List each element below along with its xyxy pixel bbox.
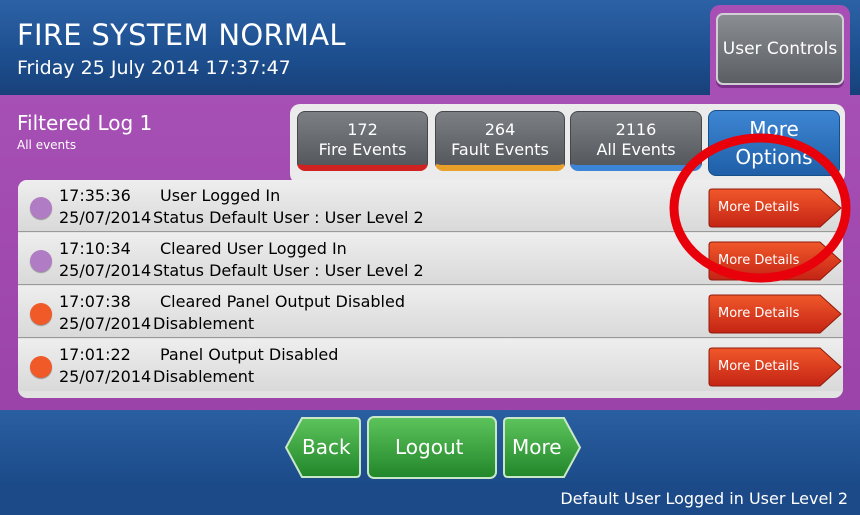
back-button[interactable]: Back bbox=[284, 416, 362, 479]
event-row: 17:07:38 Cleared Panel Output Disabled 2… bbox=[18, 286, 843, 338]
event-time: 17:01:22 bbox=[59, 345, 131, 364]
event-category: Status Default User : User Level 2 bbox=[153, 208, 424, 227]
logout-button[interactable]: Logout bbox=[367, 416, 497, 479]
more-details-button[interactable]: More Details bbox=[708, 294, 843, 334]
event-description: Cleared User Logged In bbox=[160, 239, 347, 258]
fault-events-count: 264 bbox=[484, 120, 516, 139]
event-status-dot bbox=[30, 250, 52, 272]
system-status-title: FIRE SYSTEM NORMAL bbox=[17, 18, 346, 52]
fire-events-label: Fire Events bbox=[318, 140, 407, 159]
fault-events-label: Fault Events bbox=[451, 140, 549, 159]
event-status-dot bbox=[30, 197, 52, 219]
event-time: 17:35:36 bbox=[59, 186, 131, 205]
event-category: Disablement bbox=[153, 314, 255, 333]
event-date: 25/07/2014 bbox=[59, 208, 152, 227]
event-date: 25/07/2014 bbox=[59, 314, 152, 333]
fire-events-filter-button[interactable]: 172 Fire Events bbox=[297, 111, 428, 171]
logged-in-user-status: Default User Logged in User Level 2 bbox=[560, 489, 848, 508]
more-details-button[interactable]: More Details bbox=[708, 347, 843, 387]
event-description: User Logged In bbox=[160, 186, 281, 205]
event-status-dot bbox=[30, 356, 52, 378]
log-subtitle: All events bbox=[17, 138, 77, 152]
more-details-label: More Details bbox=[718, 359, 800, 374]
more-details-label: More Details bbox=[718, 306, 800, 321]
event-time: 17:07:38 bbox=[59, 292, 131, 311]
event-category: Status Default User : User Level 2 bbox=[153, 261, 424, 280]
event-row: 17:01:22 Panel Output Disabled 25/07/201… bbox=[18, 339, 843, 391]
more-button[interactable]: More bbox=[502, 416, 582, 479]
event-date: 25/07/2014 bbox=[59, 367, 152, 386]
logout-label: Logout bbox=[395, 435, 464, 459]
fire-events-count: 172 bbox=[347, 120, 378, 139]
event-date: 25/07/2014 bbox=[59, 261, 152, 280]
event-description: Panel Output Disabled bbox=[160, 345, 339, 364]
event-description: Cleared Panel Output Disabled bbox=[160, 292, 405, 311]
fire-panel-screen: FIRE SYSTEM NORMAL Friday 25 July 2014 1… bbox=[0, 0, 860, 515]
event-category: Disablement bbox=[153, 367, 255, 386]
red-circle-annotation bbox=[669, 133, 851, 283]
date-time: Friday 25 July 2014 17:37:47 bbox=[17, 57, 291, 79]
more-label: More bbox=[512, 435, 562, 459]
fault-events-filter-button[interactable]: 264 Fault Events bbox=[435, 111, 565, 171]
event-time: 17:10:34 bbox=[59, 239, 131, 258]
event-status-dot bbox=[30, 303, 52, 325]
user-controls-button[interactable]: User Controls bbox=[716, 13, 844, 85]
log-title: Filtered Log 1 bbox=[17, 111, 153, 135]
back-label: Back bbox=[302, 435, 351, 459]
